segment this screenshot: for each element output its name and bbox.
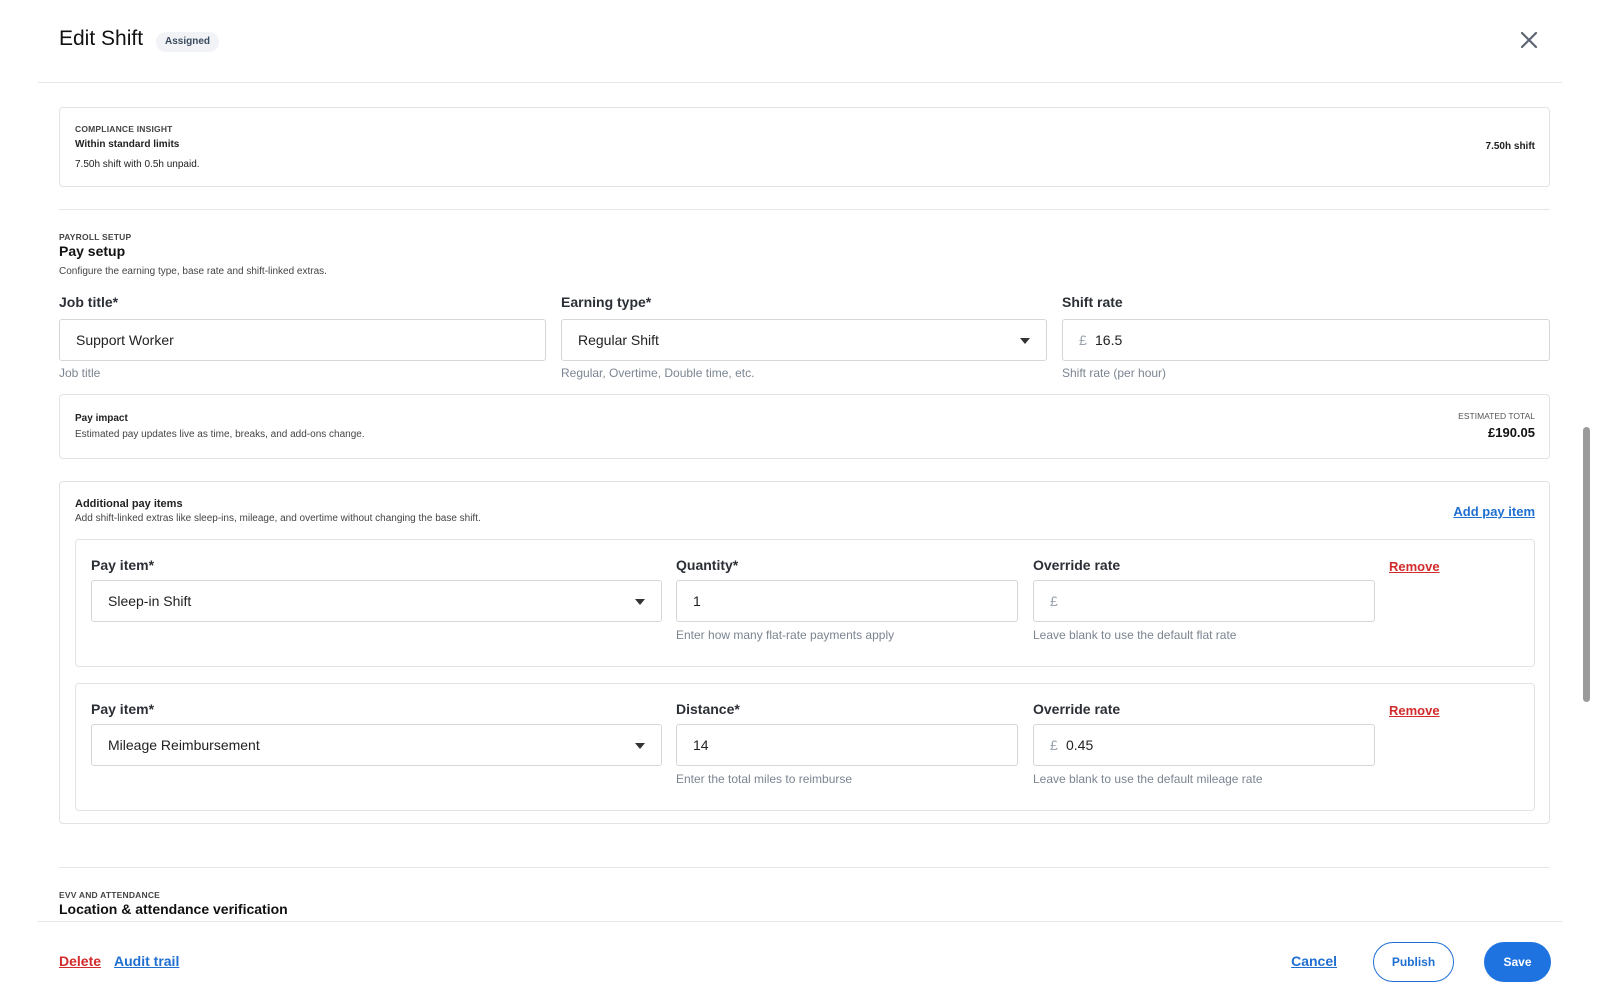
pay-item-value: Sleep-in Shift xyxy=(108,593,192,609)
pay-impact-detail: Estimated pay updates live as time, brea… xyxy=(75,429,365,440)
job-title-value: Support Worker xyxy=(76,332,174,348)
override-rate-input[interactable]: £ xyxy=(1033,580,1375,622)
quantity-input[interactable]: 1 xyxy=(676,580,1018,622)
shift-rate-label: Shift rate xyxy=(1062,294,1123,310)
section-divider xyxy=(59,867,1550,868)
remove-pay-item-link[interactable]: Remove xyxy=(1389,703,1440,718)
override-rate-input[interactable]: £ 0.45 xyxy=(1033,724,1375,766)
earning-type-value: Regular Shift xyxy=(578,332,659,348)
modal-header: Edit Shift Assigned xyxy=(38,0,1562,83)
additional-pay-items-card: Additional pay items Add shift-linked ex… xyxy=(59,481,1550,824)
earning-type-select[interactable]: Regular Shift xyxy=(561,319,1047,361)
chevron-down-icon xyxy=(1020,338,1030,344)
job-title-helper: Job title xyxy=(59,366,101,380)
compliance-duration: 7.50h shift xyxy=(1485,141,1535,152)
payroll-description: Configure the earning type, base rate an… xyxy=(59,266,327,277)
audit-trail-link[interactable]: Audit trail xyxy=(114,953,179,969)
close-icon xyxy=(1520,31,1538,49)
evv-eyebrow: EVV AND ATTENDANCE xyxy=(59,890,161,900)
scrollbar[interactable] xyxy=(1583,427,1590,702)
distance-value: 14 xyxy=(693,737,709,753)
pay-item-select[interactable]: Mileage Reimbursement xyxy=(91,724,662,766)
quantity-label: Quantity* xyxy=(676,557,739,573)
currency-symbol: £ xyxy=(1050,593,1058,609)
pay-item-value: Mileage Reimbursement xyxy=(108,737,260,753)
job-title-input[interactable]: Support Worker xyxy=(59,319,546,361)
save-button[interactable]: Save xyxy=(1484,942,1551,982)
pay-item-row: Pay item* Sleep-in Shift Quantity* 1 Ent… xyxy=(75,539,1535,667)
shift-rate-input[interactable]: £ 16.5 xyxy=(1062,319,1550,361)
page-title: Edit Shift xyxy=(59,27,144,50)
shift-rate-helper: Shift rate (per hour) xyxy=(1062,366,1167,380)
compliance-detail: 7.50h shift with 0.5h unpaid. xyxy=(75,159,200,170)
chevron-down-icon xyxy=(635,743,645,749)
distance-input[interactable]: 14 xyxy=(676,724,1018,766)
payroll-heading: Pay setup xyxy=(59,243,126,259)
currency-symbol: £ xyxy=(1050,737,1058,753)
pay-impact-heading: Pay impact xyxy=(75,413,128,424)
close-button[interactable] xyxy=(1516,27,1542,53)
compliance-eyebrow: COMPLIANCE INSIGHT xyxy=(75,124,173,134)
additional-heading: Additional pay items xyxy=(75,498,183,510)
publish-button[interactable]: Publish xyxy=(1373,942,1454,982)
compliance-insight-card: COMPLIANCE INSIGHT Within standard limit… xyxy=(59,107,1550,187)
payroll-eyebrow: PAYROLL SETUP xyxy=(59,232,132,242)
estimated-total-value: £190.05 xyxy=(1488,425,1535,440)
currency-symbol: £ xyxy=(1079,332,1087,348)
pay-item-row: Pay item* Mileage Reimbursement Distance… xyxy=(75,683,1535,811)
pay-item-label: Pay item* xyxy=(91,701,155,717)
pay-item-select[interactable]: Sleep-in Shift xyxy=(91,580,662,622)
add-pay-item-link[interactable]: Add pay item xyxy=(1453,504,1535,519)
estimated-total-label: ESTIMATED TOTAL xyxy=(1458,411,1535,421)
modal-footer: Delete Audit trail Cancel Publish Save xyxy=(38,921,1562,1000)
evv-heading: Location & attendance verification xyxy=(59,901,288,917)
shift-rate-value: 16.5 xyxy=(1095,332,1123,348)
section-divider xyxy=(59,209,1550,210)
override-rate-helper: Leave blank to use the default flat rate xyxy=(1033,628,1237,642)
override-rate-helper: Leave blank to use the default mileage r… xyxy=(1033,772,1263,786)
override-rate-value: 0.45 xyxy=(1066,737,1094,753)
earning-type-label: Earning type* xyxy=(561,294,652,310)
quantity-helper: Enter how many flat-rate payments apply xyxy=(676,628,895,642)
remove-pay-item-link[interactable]: Remove xyxy=(1389,559,1440,574)
modal-body[interactable]: COMPLIANCE INSIGHT Within standard limit… xyxy=(0,84,1600,921)
quantity-value: 1 xyxy=(693,593,701,609)
job-title-label: Job title* xyxy=(59,294,119,310)
chevron-down-icon xyxy=(635,599,645,605)
cancel-button[interactable]: Cancel xyxy=(1291,953,1337,969)
override-rate-label: Override rate xyxy=(1033,557,1121,573)
pay-impact-card: Pay impact Estimated pay updates live as… xyxy=(59,394,1550,459)
status-badge: Assigned xyxy=(156,32,220,52)
additional-description: Add shift-linked extras like sleep-ins, … xyxy=(75,513,481,524)
distance-label: Distance* xyxy=(676,701,740,717)
delete-button[interactable]: Delete xyxy=(59,953,101,969)
earning-type-helper: Regular, Overtime, Double time, etc. xyxy=(561,366,755,380)
pay-item-label: Pay item* xyxy=(91,557,155,573)
override-rate-label: Override rate xyxy=(1033,701,1121,717)
compliance-heading: Within standard limits xyxy=(75,139,180,150)
distance-helper: Enter the total miles to reimburse xyxy=(676,772,853,786)
